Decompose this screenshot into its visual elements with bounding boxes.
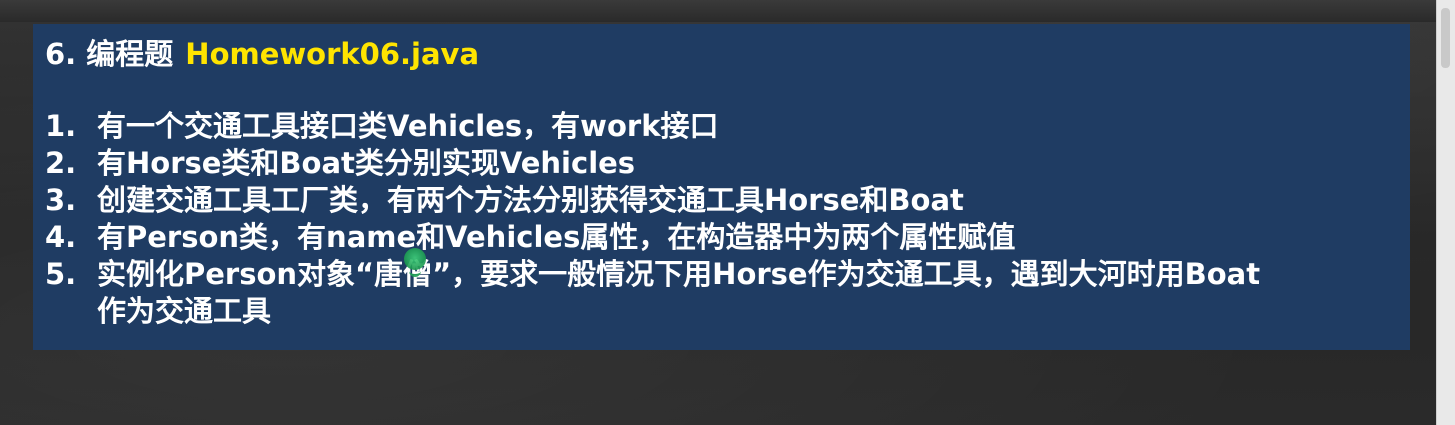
task-text-continued: 作为交通工具 [97,294,272,328]
task-number: 4. [45,220,77,254]
task-item-5: 5. 实例化Person对象“唐僧”，要求一般情况下用Horse作为交通工具，遇… [45,256,1398,330]
task-text: 有一个交通工具接口类Vehicles，有work接口 [97,109,719,143]
scrollbar-thumb[interactable] [1441,8,1450,68]
exercise-number-label: 6. 编程题 [45,37,174,71]
task-number: 1. [45,109,77,143]
task-number: 3. [45,183,77,217]
vertical-scrollbar[interactable] [1436,0,1455,425]
task-item-1: 1. 有一个交通工具接口类Vehicles，有work接口 [45,108,1398,145]
task-list: 1. 有一个交通工具接口类Vehicles，有work接口 2. 有Horse类… [45,108,1398,330]
task-item-2: 2. 有Horse类和Boat类分别实现Vehicles [45,145,1398,182]
cursor-highlight-icon [404,248,426,277]
task-number: 2. [45,146,77,180]
task-text: 有Person类，有name和Vehicles属性，在构造器中为两个属性赋值 [97,220,1016,254]
task-item-3: 3. 创建交通工具工厂类，有两个方法分别获得交通工具Horse和Boat [45,182,1398,219]
homework-file-name: Homework06.java [185,37,480,71]
task-text: 实例化Person对象“唐僧”，要求一般情况下用Horse作为交通工具，遇到大河… [97,257,1261,291]
task-text: 创建交通工具工厂类，有两个方法分别获得交通工具Horse和Boat [97,183,964,217]
slide-title: 6. 编程题 Homework06.java [45,34,1398,74]
slide-card: 6. 编程题 Homework06.java 1. 有一个交通工具接口类Vehic… [33,24,1410,350]
task-number: 5. [45,257,77,291]
window-top-strip [0,0,1455,22]
task-text: 有Horse类和Boat类分别实现Vehicles [97,146,636,180]
task-item-4: 4. 有Person类，有name和Vehicles属性，在构造器中为两个属性赋… [45,219,1398,256]
